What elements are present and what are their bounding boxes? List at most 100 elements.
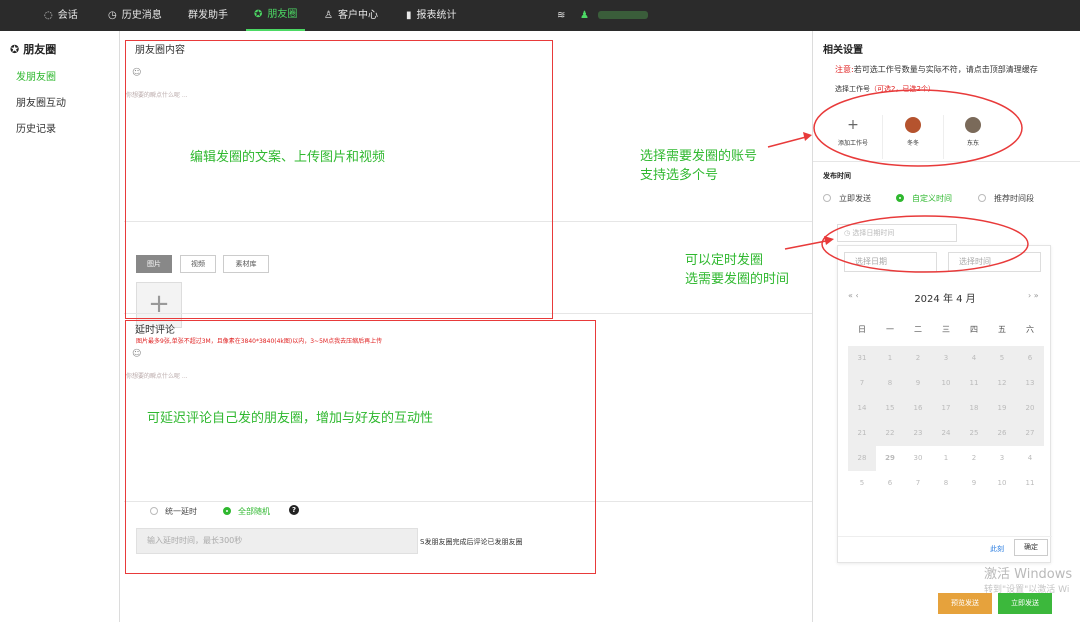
avatar xyxy=(905,117,921,133)
calendar-day: 31 xyxy=(848,346,876,371)
calendar-time-input[interactable]: 选择时间 xyxy=(948,252,1041,272)
select-account-label: 选择工作号（可选2，已选2个） xyxy=(835,84,935,94)
calendar-day: 15 xyxy=(876,396,904,421)
calendar-day[interactable]: 2 xyxy=(960,446,988,471)
radio-label: 自定义时间 xyxy=(912,194,952,203)
calendar-day: 16 xyxy=(904,396,932,421)
sidebar-title-text: 朋友圈 xyxy=(23,43,57,56)
calendar-next-button[interactable]: › » xyxy=(1028,291,1039,300)
nav-tab-customers[interactable]: ♙ 客户中心 xyxy=(324,0,378,31)
calendar-day[interactable]: 7 xyxy=(904,471,932,496)
moments-icon: ✪ xyxy=(254,9,263,20)
calendar-day: 6 xyxy=(1016,346,1044,371)
divider xyxy=(838,536,1052,537)
calendar-day: 26 xyxy=(988,421,1016,446)
annotation-comment: 可延迟评论自己发的朋友圈，增加与好友的互动性 xyxy=(147,411,434,426)
preview-send-button[interactable]: 预览发送 xyxy=(938,593,992,614)
sidebar-title: ✪ 朋友圈 xyxy=(10,41,56,57)
publish-now-button[interactable]: 立即发送 xyxy=(998,593,1052,614)
calendar-weekday: 一 xyxy=(886,325,894,334)
calendar-day: 14 xyxy=(848,396,876,421)
calendar-day: 23 xyxy=(904,421,932,446)
sidebar-item-post-moments[interactable]: 发朋友圈 xyxy=(16,68,56,83)
calendar-day[interactable]: 3 xyxy=(988,446,1016,471)
divider xyxy=(813,161,1080,162)
windows-watermark: 激活 Windows xyxy=(984,567,1073,582)
calendar-day[interactable]: 4 xyxy=(1016,446,1044,471)
datetime-input[interactable]: ◷ 选择日期时间 xyxy=(837,224,957,242)
radio-recommended-time[interactable] xyxy=(978,194,986,202)
calendar-day: 24 xyxy=(932,421,960,446)
calendar-date-input[interactable]: 选择日期 xyxy=(844,252,937,272)
sidebar-item-moments-interaction[interactable]: 朋友圈互动 xyxy=(16,94,66,109)
select-label-text: 选择工作号 xyxy=(835,85,870,93)
add-account-button[interactable]: + 添加工作号 xyxy=(831,117,875,147)
calendar-day[interactable]: 6 xyxy=(876,471,904,496)
chat-icon: ◌ xyxy=(44,10,53,21)
nav-tab-history[interactable]: ◷ 历史消息 xyxy=(108,0,162,31)
blurred-username[interactable] xyxy=(598,11,648,19)
divider xyxy=(882,115,883,159)
radio-custom-time[interactable] xyxy=(896,194,904,202)
calendar-day[interactable]: 10 xyxy=(988,471,1016,496)
calendar-day: 4 xyxy=(960,346,988,371)
calendar-weekday: 四 xyxy=(970,325,978,334)
calendar-day: 13 xyxy=(1016,371,1044,396)
calendar-day: 27 xyxy=(1016,421,1044,446)
select-count: （可选2，已选2个） xyxy=(870,85,935,93)
nav-tab-mass-send[interactable]: 群发助手 xyxy=(188,0,228,31)
nav-tab-chat[interactable]: ◌ 会话 xyxy=(44,0,78,31)
calendar-day: 12 xyxy=(988,371,1016,396)
account-name: 东东 xyxy=(966,140,979,147)
calendar-year-month: 2024 年 4 月 xyxy=(914,294,976,305)
nav-tab-reports[interactable]: ▮ 报表统计 xyxy=(406,0,457,31)
top-nav-bar: ◌ 会话 ◷ 历史消息 群发助手 ✪ 朋友圈 ♙ 客户中心 ▮ 报表统计 ≋ ♟ xyxy=(0,0,1080,31)
account-name: 添加工作号 xyxy=(837,140,868,147)
calendar-day: 5 xyxy=(988,346,1016,371)
calendar-day[interactable]: 30 xyxy=(904,446,932,471)
calendar-day: 22 xyxy=(876,421,904,446)
calendar-day: 2 xyxy=(904,346,932,371)
user-account-icon[interactable]: ♟ xyxy=(580,0,589,31)
account-item-dongdong1[interactable]: 冬冬 xyxy=(891,117,935,147)
clock-icon: ◷ xyxy=(108,10,117,21)
sidebar-item-history[interactable]: 历史记录 xyxy=(16,120,56,135)
plus-icon: + xyxy=(847,117,859,133)
nav-tab-label: 群发助手 xyxy=(188,10,228,21)
nav-tab-label: 报表统计 xyxy=(416,10,457,21)
settings-title: 相关设置 xyxy=(823,45,863,56)
calendar-day: 19 xyxy=(988,396,1016,421)
annotation-box-comment xyxy=(125,320,596,574)
account-item-dongdong2[interactable]: 东东 xyxy=(951,117,995,147)
calendar-day[interactable]: 9 xyxy=(960,471,988,496)
notice-prefix: 注意: xyxy=(835,65,854,74)
calendar-day: 21 xyxy=(848,421,876,446)
database-icon[interactable]: ≋ xyxy=(557,0,565,31)
nav-tab-moments[interactable]: ✪ 朋友圈 xyxy=(246,0,306,31)
nav-tab-label: 会话 xyxy=(57,10,78,21)
moments-icon: ✪ xyxy=(10,42,20,56)
calendar-popup: 选择日期 选择时间 « ‹ 2024 年 4 月 › » 日一二三四五六 31 1… xyxy=(837,245,1052,563)
calendar-day[interactable]: 11 xyxy=(1016,471,1044,496)
calendar-now-link[interactable]: 此刻 xyxy=(990,544,1004,554)
calendar-day[interactable]: 5 xyxy=(848,471,876,496)
divider xyxy=(943,115,944,159)
calendar-day: 10 xyxy=(932,371,960,396)
account-name: 冬冬 xyxy=(906,140,919,147)
calendar-day[interactable]: 1 xyxy=(932,446,960,471)
radio-label: 立即发送 xyxy=(839,194,871,203)
calendar-day: 7 xyxy=(848,371,876,396)
calendar-ok-button[interactable]: 确定 xyxy=(1014,539,1048,556)
nav-tab-label: 历史消息 xyxy=(121,10,162,21)
radio-send-now[interactable] xyxy=(823,194,831,202)
calendar-day: 18 xyxy=(960,396,988,421)
calendar-day[interactable]: 8 xyxy=(932,471,960,496)
calendar-weekday: 六 xyxy=(1026,325,1034,334)
calendar-weekday: 日 xyxy=(858,325,866,334)
calendar-day[interactable]: 29 xyxy=(876,446,904,471)
user-icon: ♙ xyxy=(324,10,333,21)
calendar-day: 25 xyxy=(960,421,988,446)
annotation-timing-line1: 可以定时发圈 xyxy=(685,253,764,268)
annotation-box-content xyxy=(125,40,553,319)
avatar xyxy=(965,117,981,133)
